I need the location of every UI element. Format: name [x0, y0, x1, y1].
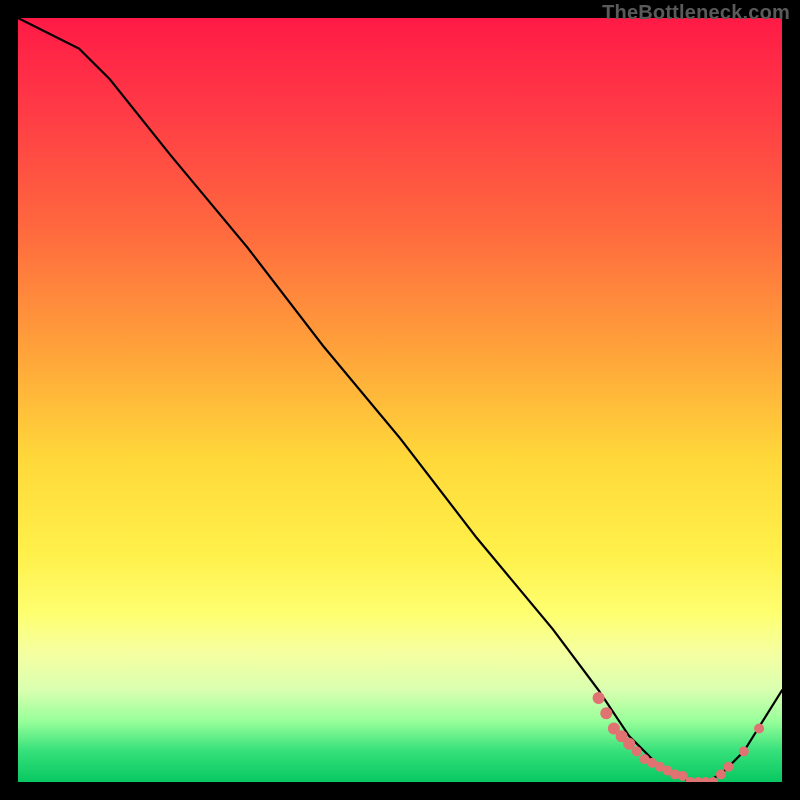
watermark-text: TheBottleneck.com: [602, 2, 790, 25]
curve-marker: [754, 724, 764, 734]
curve-marker: [632, 746, 642, 756]
curve-marker: [593, 692, 605, 704]
curve-marker: [708, 777, 718, 782]
curve-layer: [18, 18, 782, 782]
curve-marker: [716, 769, 726, 779]
chart-plot-area: [18, 18, 782, 782]
chart-svg: [18, 18, 782, 782]
curve-marker: [600, 707, 612, 719]
chart-frame: TheBottleneck.com: [0, 0, 800, 800]
marker-layer: [593, 692, 765, 782]
bottleneck-curve: [18, 18, 782, 782]
curve-marker: [724, 762, 734, 772]
curve-marker: [739, 746, 749, 756]
